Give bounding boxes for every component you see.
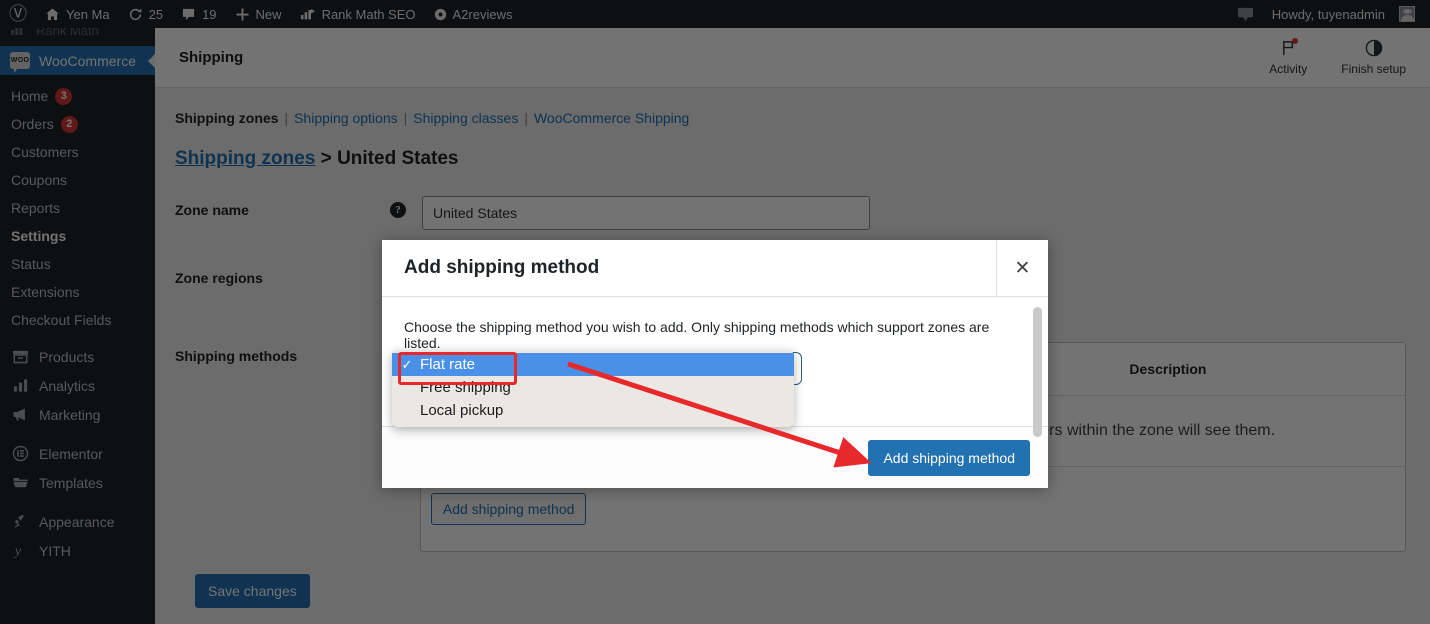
select-highlight-fill bbox=[512, 353, 792, 374]
modal-add-shipping-method-button[interactable]: Add shipping method bbox=[868, 439, 1030, 476]
modal-scrollbar[interactable] bbox=[1033, 307, 1042, 437]
close-icon[interactable]: ✕ bbox=[996, 240, 1048, 297]
dropdown-option-local-pickup[interactable]: Local pickup bbox=[392, 399, 794, 422]
modal-header: Add shipping method ✕ bbox=[382, 240, 1048, 297]
modal-title: Add shipping method bbox=[404, 257, 600, 278]
modal-footer: Add shipping method bbox=[382, 426, 1048, 488]
dropdown-option-label: Local pickup bbox=[420, 402, 504, 419]
screen: Ⓥ Yen Ma 25 19 bbox=[0, 0, 1430, 624]
annotation-box-flat-rate bbox=[398, 352, 517, 385]
modal-description: Choose the shipping method you wish to a… bbox=[404, 319, 990, 351]
